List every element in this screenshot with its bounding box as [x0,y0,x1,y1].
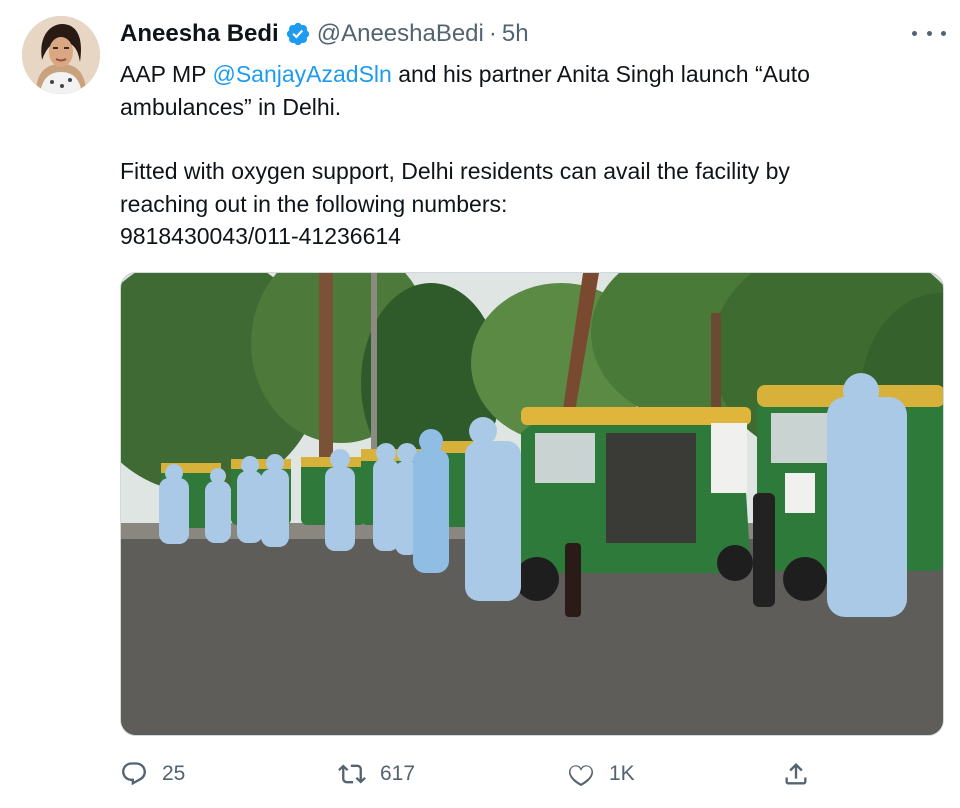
tweet-actions: 25 617 1K [120,752,820,796]
header-separator: · [488,20,497,47]
tweet-timestamp[interactable]: 5h [502,20,529,48]
phone-numbers: 9818430043/011-41236614 [120,223,401,249]
more-dot-icon [926,30,932,36]
more-dot-icon [912,30,917,36]
tweet-line: AAP MP @SanjayAzadSln and his partner An… [120,58,920,91]
avatar[interactable] [22,16,100,94]
tweet-card[interactable]: Aneesha Bedi @AneeshaBedi · 5h AAP MP @S… [0,0,960,808]
reply-count: 25 [162,762,186,785]
tweet-line: reaching out in the following numbers: [120,190,508,217]
more-options-button[interactable] [912,22,946,44]
more-dot-icon [941,30,946,36]
author-handle[interactable]: @AneeshaBedi [317,20,484,48]
heart-icon [568,765,594,787]
avatar-photo [22,16,100,94]
share-button[interactable] [782,752,810,796]
tweet-header: Aneesha Bedi @AneeshaBedi · 5h [120,18,529,50]
mention-link[interactable]: @SanjayAzadSln [212,61,391,87]
author-display-name[interactable]: Aneesha Bedi [120,20,279,48]
tweet-text-segment: and his partner Anita Singh launch “Auto [391,61,810,87]
like-button[interactable]: 1K [567,752,635,796]
share-icon [785,763,807,785]
verified-badge-icon [286,22,309,46]
like-count: 1K [609,762,635,785]
retweet-button[interactable]: 617 [338,752,415,796]
tweet-text: AAP MP @SanjayAzadSln and his partner An… [120,58,920,253]
reply-button[interactable]: 25 [120,752,185,796]
retweet-icon [338,764,366,784]
tweet-text-segment: AAP MP [120,61,213,87]
tweet-line: Fitted with oxygen support, Delhi reside… [120,158,790,184]
photo-auto-ambulances [121,273,943,735]
tweet-photo[interactable] [120,272,944,736]
reply-icon [122,762,146,786]
tweet-line: ambulances” in Delhi. [120,93,342,120]
retweet-count: 617 [380,762,416,785]
